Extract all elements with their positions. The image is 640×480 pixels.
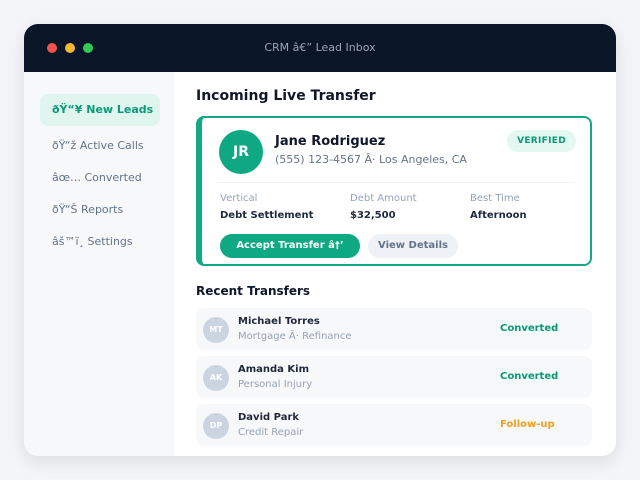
status-badge: Follow-up <box>500 419 555 430</box>
live-transfer-card: JR Jane Rodriguez (555) 123-4567 Â· Los … <box>196 116 592 266</box>
list-item-category: Mortgage Â· Refinance <box>238 331 352 342</box>
list-item[interactable]: DP David Park Credit Repair Follow-up <box>196 404 592 446</box>
main-content: Incoming Live Transfer JR Jane Rodriguez… <box>174 72 616 456</box>
avatar: AK <box>203 365 229 391</box>
title-bar: CRM â€” Lead Inbox <box>24 24 616 72</box>
avatar: JR <box>219 130 263 174</box>
divider <box>219 182 574 183</box>
recent-transfers-heading: Recent Transfers <box>196 284 311 298</box>
status-badge: Converted <box>500 371 559 382</box>
verified-badge: VERIFIED <box>507 130 576 152</box>
field-value-vertical: Debt Settlement <box>220 210 314 221</box>
window-title: CRM â€” Lead Inbox <box>264 41 376 54</box>
field-label-best-time: Best Time <box>470 193 520 204</box>
field-value-debt-amount: $32,500 <box>350 210 396 221</box>
sidebar-item-converted[interactable]: âœ… Converted <box>40 162 160 194</box>
sidebar-item-new-leads[interactable]: ðŸ“¥ New Leads <box>40 94 160 126</box>
accept-transfer-button[interactable]: Accept Transfer â†’ <box>220 234 360 258</box>
list-item[interactable]: AK Amanda Kim Personal Injury Converted <box>196 356 592 398</box>
avatar: MT <box>203 317 229 343</box>
page-title: Incoming Live Transfer <box>196 88 376 104</box>
list-item-name: Amanda Kim <box>238 364 310 375</box>
lead-name: Jane Rodriguez <box>275 134 386 149</box>
field-label-vertical: Vertical <box>220 193 258 204</box>
list-item-category: Personal Injury <box>238 379 313 390</box>
list-item-name: David Park <box>238 412 300 423</box>
field-label-debt-amount: Debt Amount <box>350 193 417 204</box>
avatar: DP <box>203 413 229 439</box>
status-badge: Converted <box>500 323 559 334</box>
field-value-best-time: Afternoon <box>470 210 527 221</box>
sidebar-item-active-calls[interactable]: ðŸ“ž Active Calls <box>40 130 160 162</box>
sidebar: ðŸ“¥ New Leads ðŸ“ž Active Calls âœ… Con… <box>24 72 174 456</box>
app-window: CRM â€” Lead Inbox ðŸ“¥ New Leads ðŸ“ž A… <box>24 24 616 456</box>
sidebar-item-reports[interactable]: ðŸ“Š Reports <box>40 194 160 226</box>
view-details-button[interactable]: View Details <box>368 234 458 258</box>
list-item-category: Credit Repair <box>238 427 304 438</box>
sidebar-item-settings[interactable]: âš™ï¸ Settings <box>40 226 160 258</box>
list-item-name: Michael Torres <box>238 316 320 327</box>
list-item[interactable]: MT Michael Torres Mortgage Â· Refinance … <box>196 308 592 350</box>
lead-contact-info: (555) 123-4567 Â· Los Angeles, CA <box>275 153 467 166</box>
